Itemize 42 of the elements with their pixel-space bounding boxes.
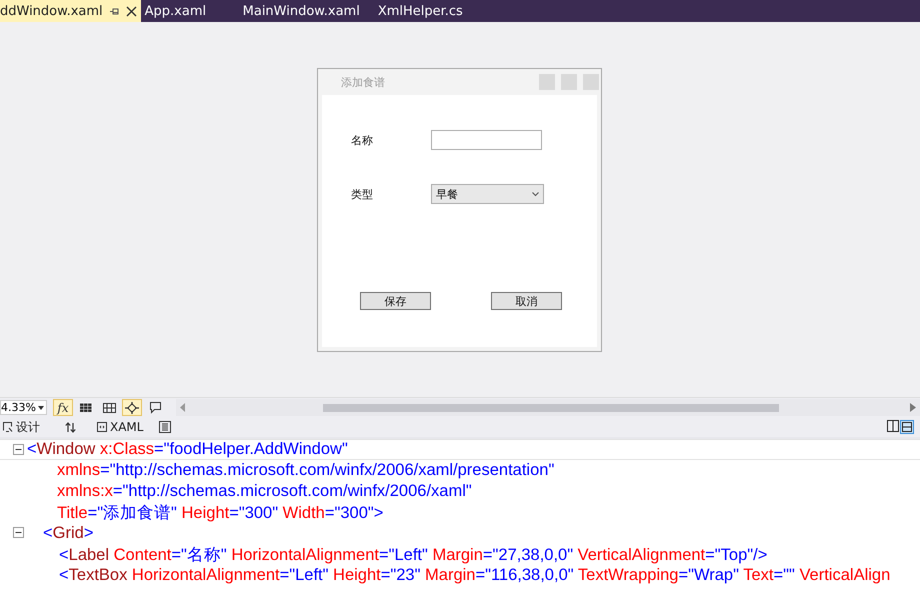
code-line: <Window x:Class="foodHelper.AddWindow"	[27, 440, 348, 459]
horizontal-split-icon[interactable]	[900, 420, 914, 434]
pin-icon[interactable]	[108, 6, 120, 16]
document-tab[interactable]: App.xaml	[140, 0, 239, 22]
scroll-right-icon[interactable]	[910, 403, 916, 412]
vertical-split-icon[interactable]	[887, 420, 899, 432]
view-tab[interactable]: XAML	[94, 420, 156, 434]
grid-icon	[80, 403, 92, 412]
swap-icon	[65, 422, 76, 432]
comment-icon	[150, 402, 160, 414]
document-tab[interactable]: ddWindow.xaml	[0, 0, 141, 22]
toolbar-toggle[interactable]	[122, 399, 142, 416]
design-icon	[3, 422, 13, 432]
field-label: 名称	[351, 132, 374, 148]
code-line: xmlns="http://schemas.microsoft.com/winfx/2006/xaml/presentation"	[57, 461, 554, 480]
dialog-button[interactable]: 保存	[360, 292, 431, 310]
field-label: 类型	[351, 186, 374, 202]
code-line: <Grid>	[43, 524, 94, 543]
zoom-dropdown[interactable]: 4.33%	[0, 400, 47, 415]
document-tab[interactable]: XmlHelper.cs	[374, 0, 477, 22]
formula-toggle[interactable]: fx	[53, 399, 73, 416]
view-toggle[interactable]	[156, 421, 174, 433]
code-line: Title="添加食谱" Height="300" Width="300">	[57, 502, 384, 524]
code-line: <TextBox HorizontalAlignment="Left" Height="23" Margin="116,38,0,0" TextWrapping="Wrap" Text="" VerticalAlign	[59, 566, 890, 585]
code-line: xmlns:x="http://schemas.microsoft.com/winfx/2006/xaml"	[57, 482, 472, 501]
name-input-field[interactable]	[431, 130, 542, 150]
dialog-title: 添加食谱	[341, 74, 386, 90]
dialog-button[interactable]: 取消	[491, 292, 562, 310]
collapse-icon[interactable]	[13, 444, 24, 455]
caret-icon	[38, 406, 44, 410]
chevron-icon	[532, 192, 539, 196]
xaml-icon	[97, 422, 107, 432]
close-icon[interactable]	[126, 6, 137, 16]
document-tab[interactable]: MainWindow.xaml	[238, 0, 374, 22]
horizontal-scrollbar[interactable]	[176, 399, 920, 416]
code-line: <Label Content="名称" HorizontalAlignment="Left" Margin="27,38,0,0" VerticalAlignment="Top"/>	[59, 544, 768, 566]
grid-icon	[102, 402, 116, 412]
snap-icon	[125, 402, 139, 414]
collapse-icon[interactable]	[13, 527, 24, 538]
document-icon	[159, 421, 171, 433]
type-dropdown[interactable]: 早餐	[431, 184, 544, 204]
view-tab[interactable]: 设计	[0, 418, 62, 436]
